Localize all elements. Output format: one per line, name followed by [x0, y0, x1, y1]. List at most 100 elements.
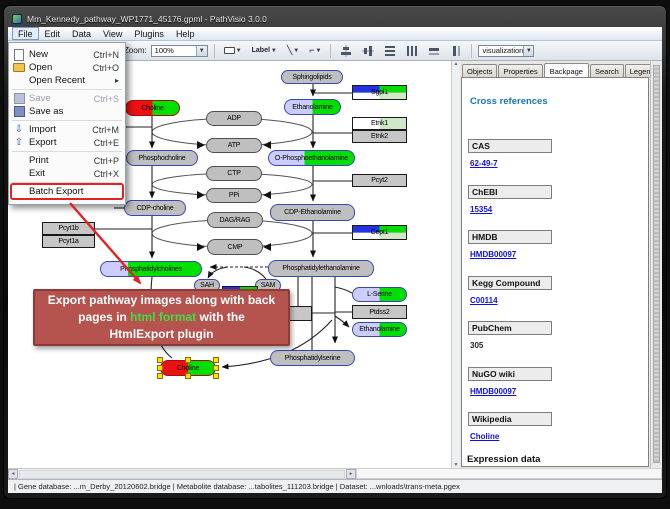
selection-handle[interactable] [157, 365, 163, 371]
metabolite-ethanolamine[interactable]: Ethanolamine [284, 99, 341, 115]
section-header: NuGO wiki [468, 367, 552, 381]
gene-pcyt1a[interactable]: Pcyt1a [42, 235, 95, 248]
align-center-icon [340, 45, 352, 57]
canvas-horizontal-scrollbar[interactable]: ◂ ▸ [8, 468, 356, 479]
metabolite-phosphatidylethanolamine[interactable]: Phosphatidylethanolamine [268, 260, 374, 277]
metabolite-ppi[interactable]: PPi [206, 188, 262, 203]
xref-link[interactable]: HMDB00097 [468, 250, 638, 259]
metabolite-choline[interactable]: Choline [125, 100, 180, 116]
file-menu-item-new[interactable]: NewCtrl+N [9, 48, 125, 61]
metabolite-phosphatidylserine[interactable]: Phosphatidylserine [270, 350, 355, 366]
selection-handle[interactable] [157, 357, 163, 363]
selection-handle[interactable] [185, 373, 191, 379]
file-menu-item-open[interactable]: OpenCtrl+O [9, 61, 125, 74]
gene-sgpl1[interactable]: Sgpl1 [352, 85, 407, 100]
node-label: Pcyt1a [58, 238, 78, 245]
tab-objects[interactable]: Objects [462, 64, 497, 78]
backpage-content: Cross references Expression data CAS62-4… [461, 77, 649, 467]
xref-link[interactable]: 15354 [468, 205, 638, 214]
metabolite-cmp[interactable]: CMP [207, 239, 263, 255]
file-menu-item-print[interactable]: PrintCtrl+P [9, 154, 125, 167]
metabolite-ctp[interactable]: CTP [206, 166, 262, 181]
metabolite-dag-rag[interactable]: DAG/RAG [207, 212, 263, 228]
metabolite-cdp-choline[interactable]: CDP-choline [124, 200, 186, 216]
align-middle-button[interactable] [359, 43, 377, 59]
selection-handle[interactable] [213, 365, 219, 371]
metabolite-sphingolipids[interactable]: Sphingolipids [281, 70, 343, 84]
menu-item-label: Save [29, 93, 90, 104]
gene-cept1[interactable]: Cept1 [352, 225, 407, 240]
node-label: Ethanolamine [359, 326, 399, 333]
label-tool-button[interactable]: Label▼ [249, 43, 280, 59]
export-icon [13, 137, 25, 148]
metabolite-o-phosphoethanolamine[interactable]: O-Phosphoethanolamine [268, 150, 355, 166]
selection-handle[interactable] [213, 357, 219, 363]
menu-edit[interactable]: Edit [39, 27, 67, 40]
tab-search[interactable]: Search [590, 64, 624, 78]
scrollbar-thumb[interactable] [653, 65, 660, 463]
file-menu-item-import[interactable]: ImportCtrl+M [9, 123, 125, 136]
file-menu-item-exit[interactable]: ExitCtrl+X [9, 167, 125, 180]
selection-handle[interactable] [213, 373, 219, 379]
chevron-down-icon[interactable]: ▼ [196, 46, 207, 56]
backpage-section-nugo-wiki: NuGO wiki HMDB00097 [468, 367, 638, 396]
backpage-section-hmdb: HMDBHMDB00097 [468, 230, 638, 259]
metabolite-atp[interactable]: ATP [206, 138, 262, 153]
node-label: O-Phosphoethanolamine [275, 155, 348, 162]
title-bar[interactable]: Mm_Kennedy_pathway_WP1771_45176.gpml - P… [12, 11, 652, 26]
menu-data[interactable]: Data [66, 27, 97, 40]
metabolite-phosphatidylcholines[interactable]: Phosphatidylcholines [100, 261, 202, 277]
gene-ptdss2[interactable]: Ptdss2 [352, 305, 407, 319]
gene-etnk1[interactable]: Etnk1 [352, 117, 407, 130]
xref-link[interactable]: 62-49-7 [468, 159, 638, 168]
file-menu-item-export[interactable]: ExportCtrl+E [9, 136, 125, 149]
chevron-down-icon[interactable]: ▼ [271, 48, 277, 54]
chevron-down-icon[interactable]: ▼ [316, 48, 322, 54]
scrollbar-track[interactable] [19, 470, 345, 479]
chevron-down-icon[interactable]: ▼ [293, 48, 299, 54]
metabolite-ethanolamine[interactable]: Ethanolamine [352, 322, 407, 337]
menu-file[interactable]: File [12, 27, 39, 40]
line-tool-button[interactable]: ╲▼ [284, 43, 302, 59]
zoom-select[interactable]: 100% ▼ [151, 45, 208, 57]
panel-scrollbar[interactable] [650, 61, 662, 468]
metabolite-cdp-ethanolamine[interactable]: CDP-Ethanolamine [270, 204, 355, 221]
file-menu-item-save-as[interactable]: Save as [9, 105, 125, 118]
file-menu-item-batch-export[interactable]: Batch Export [9, 185, 125, 198]
distribute-columns-button[interactable] [403, 43, 421, 59]
common-width-button[interactable] [425, 43, 443, 59]
chevron-down-icon[interactable]: ▼ [523, 46, 533, 56]
menu-plugins[interactable]: Plugins [128, 27, 170, 40]
annotation-highlight: html format [130, 310, 196, 324]
xref-link[interactable]: C00114 [468, 296, 638, 305]
align-center-button[interactable] [337, 43, 355, 59]
selection-handle[interactable] [157, 373, 163, 379]
tab-properties[interactable]: Properties [498, 64, 542, 78]
metabolite-phosphocholine[interactable]: Phosphocholine [126, 150, 198, 166]
node-label: Phosphatidylserine [285, 355, 341, 362]
distribute-rows-button[interactable] [381, 43, 399, 59]
visualization-select[interactable]: visualization ▼ [478, 45, 534, 57]
gene-pcyt2[interactable]: Pcyt2 [352, 174, 407, 187]
metabolite-adp[interactable]: ADP [206, 111, 262, 126]
open-icon [13, 62, 25, 73]
gene-pcyt1b[interactable]: Pcyt1b [42, 222, 95, 235]
gene-tool-button[interactable]: ▼ [221, 43, 245, 59]
menu-separator [12, 89, 122, 90]
scroll-up-icon[interactable]: ▲ [454, 61, 459, 67]
gene-etnk2[interactable]: Etnk2 [352, 130, 407, 143]
menu-help[interactable]: Help [170, 27, 201, 40]
menu-view[interactable]: View [97, 27, 128, 40]
scroll-left-icon[interactable]: ◂ [8, 469, 18, 479]
scroll-right-icon[interactable]: ▸ [346, 469, 356, 479]
xref-link[interactable]: Choline [468, 432, 638, 441]
connector-tool-button[interactable]: ⌐▼ [306, 43, 324, 59]
metabolite-l-serine[interactable]: L-Serine [352, 287, 407, 302]
file-menu-item-open-recent[interactable]: Open Recent▸ [9, 74, 125, 87]
canvas-vertical-scrollbar[interactable]: ▲ ▼ [451, 61, 460, 468]
chevron-down-icon[interactable]: ▼ [236, 48, 242, 54]
menu-item-label: Open [29, 62, 89, 73]
selection-handle[interactable] [185, 357, 191, 363]
xref-link[interactable]: HMDB00097 [468, 387, 638, 396]
common-height-button[interactable] [447, 43, 465, 59]
